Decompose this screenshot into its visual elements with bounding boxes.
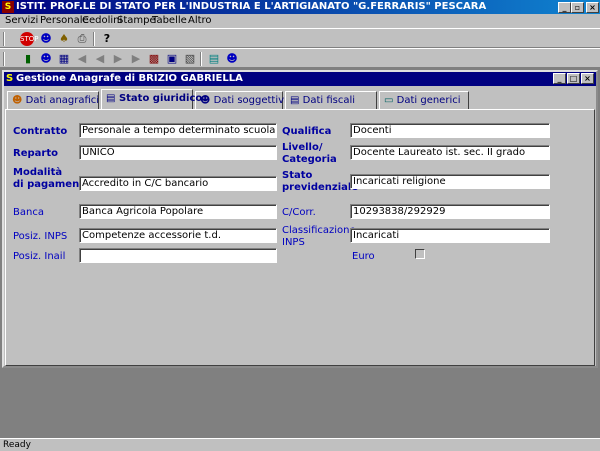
status-bar: Ready	[0, 438, 600, 450]
child-maximize-button[interactable]: □	[567, 73, 580, 84]
tab-label: Stato giuridico	[118, 93, 203, 104]
tab-dati-fiscali[interactable]: ▤ Dati fiscali	[285, 91, 377, 110]
classificazione-label-line2: INPS	[282, 237, 305, 248]
exit-door-icon[interactable]: ▮	[20, 51, 36, 66]
save-icon[interactable]: ▣	[164, 51, 180, 66]
reparto-field[interactable]: UNICO	[79, 145, 277, 160]
toolbar-separator	[200, 52, 202, 66]
tab-label: Dati anagrafici	[25, 95, 100, 106]
child-app-icon: S	[6, 73, 14, 84]
banca-label: Banca	[13, 207, 44, 218]
posiz-inail-label: Posiz. Inail	[13, 251, 66, 262]
toolbar-navigation: ▮ ☻ ▦ ◀ ◀ ▶ ▶ ▩ ▣ ▧ ▤ ☻	[0, 48, 600, 68]
tab-label: Dati fiscali	[302, 95, 356, 106]
users-icon: ☻	[12, 95, 23, 106]
help-icon[interactable]: ?	[99, 31, 115, 46]
qualifica-field[interactable]: Docenti	[350, 123, 550, 138]
user-icon[interactable]: ☻	[38, 51, 54, 66]
posiz-inps-label: Posiz. INPS	[13, 231, 68, 242]
menu-stampe[interactable]: Stampe	[117, 14, 156, 28]
modalita-pagamento-field[interactable]: Accredito in C/C bancario	[79, 176, 277, 191]
toolbar-separator	[93, 32, 95, 46]
menu-bar: Servizi Personale Cedolini Stampe Tabell…	[0, 14, 600, 28]
people-icon[interactable]: ♠	[56, 31, 72, 46]
c-corr-label: C/Corr.	[282, 207, 316, 218]
livello-label-line2: Categoria	[282, 154, 337, 165]
tab-stato-giuridico[interactable]: ▤ Stato giuridico	[101, 89, 202, 109]
toolbar-separator	[3, 32, 5, 46]
menu-tabelle[interactable]: Tabelle	[152, 14, 187, 28]
posiz-inps-field[interactable]: Competenze accessorie t.d.	[79, 228, 277, 243]
app-title-bar: S ISTIT. PROF.LE DI STATO PER L'INDUSTRI…	[0, 0, 600, 14]
stop-icon[interactable]: STOP	[20, 32, 38, 46]
menu-servizi[interactable]: Servizi	[5, 14, 38, 28]
child-title-bar: S Gestione Anagrafe di BRIZIO GABRIELLA …	[4, 72, 596, 86]
c-corr-field[interactable]: 10293838/292929	[350, 204, 550, 219]
delete-icon[interactable]: ▧	[182, 51, 198, 66]
tab-dati-soggettivi[interactable]: ☻ Dati soggettivi	[195, 91, 287, 110]
previous-record-icon[interactable]: ◀	[92, 51, 108, 66]
print-icon[interactable]: ⎙	[74, 31, 90, 46]
child-minimize-button[interactable]: _	[553, 73, 566, 84]
child-title: Gestione Anagrafe di BRIZIO GABRIELLA	[16, 73, 243, 84]
toolbar-main: STOP ☻ ♠ ⎙ ?	[0, 28, 600, 48]
tab-dati-generici[interactable]: ▭ Dati generici	[379, 91, 469, 110]
minimize-button[interactable]: _	[558, 2, 571, 13]
close-button[interactable]: ×	[586, 2, 599, 13]
stato-label-line2: previdenziale	[282, 182, 359, 193]
document-icon: ▤	[106, 93, 116, 104]
document-icon: ▤	[290, 95, 300, 106]
stato-previdenziale-field[interactable]: Incaricati religione	[350, 174, 550, 189]
card-icon: ▭	[384, 95, 394, 106]
posiz-inail-field[interactable]	[79, 248, 277, 263]
contratto-field[interactable]: Personale a tempo determinato scuola	[79, 123, 277, 138]
qualifica-label: Qualifica	[282, 126, 332, 137]
status-text: Ready	[3, 440, 31, 450]
grid-icon[interactable]: ▦	[56, 51, 72, 66]
contratto-label: Contratto	[13, 126, 68, 137]
app-icon[interactable]: S	[2, 1, 14, 13]
user-settings-icon[interactable]: ☻	[224, 51, 240, 66]
last-record-icon[interactable]: ▶	[128, 51, 144, 66]
menu-altro[interactable]: Altro	[188, 14, 212, 28]
restore-button[interactable]: ▫	[571, 2, 584, 13]
reparto-label: Reparto	[13, 148, 58, 159]
euro-label: Euro	[352, 251, 375, 262]
classificazione-label-line1: Classificazione	[282, 225, 356, 236]
app-title: ISTIT. PROF.LE DI STATO PER L'INDUSTRIA …	[16, 1, 487, 12]
stato-label-line1: Stato	[282, 170, 313, 181]
child-close-button[interactable]: ×	[581, 73, 594, 84]
banca-field[interactable]: Banca Agricola Popolare	[79, 204, 277, 219]
import-icon[interactable]: ▤	[206, 51, 222, 66]
tab-label: Dati soggettivi	[213, 95, 287, 106]
next-record-icon[interactable]: ▶	[110, 51, 126, 66]
toolbar-separator	[3, 52, 5, 66]
euro-checkbox[interactable]	[415, 249, 425, 259]
modalita-label-line1: Modalità	[13, 167, 63, 178]
livello-label-line1: Livello/	[282, 142, 323, 153]
users-icon[interactable]: ☻	[38, 31, 54, 46]
new-record-icon[interactable]: ▩	[146, 51, 162, 66]
livello-categoria-field[interactable]: Docente Laureato ist. sec. II grado	[350, 145, 550, 160]
tab-dati-anagrafici[interactable]: ☻ Dati anagrafici	[7, 91, 99, 110]
first-record-icon[interactable]: ◀	[74, 51, 90, 66]
tab-label: Dati generici	[396, 95, 461, 106]
classificazione-inps-field[interactable]: Incaricati	[350, 228, 550, 243]
